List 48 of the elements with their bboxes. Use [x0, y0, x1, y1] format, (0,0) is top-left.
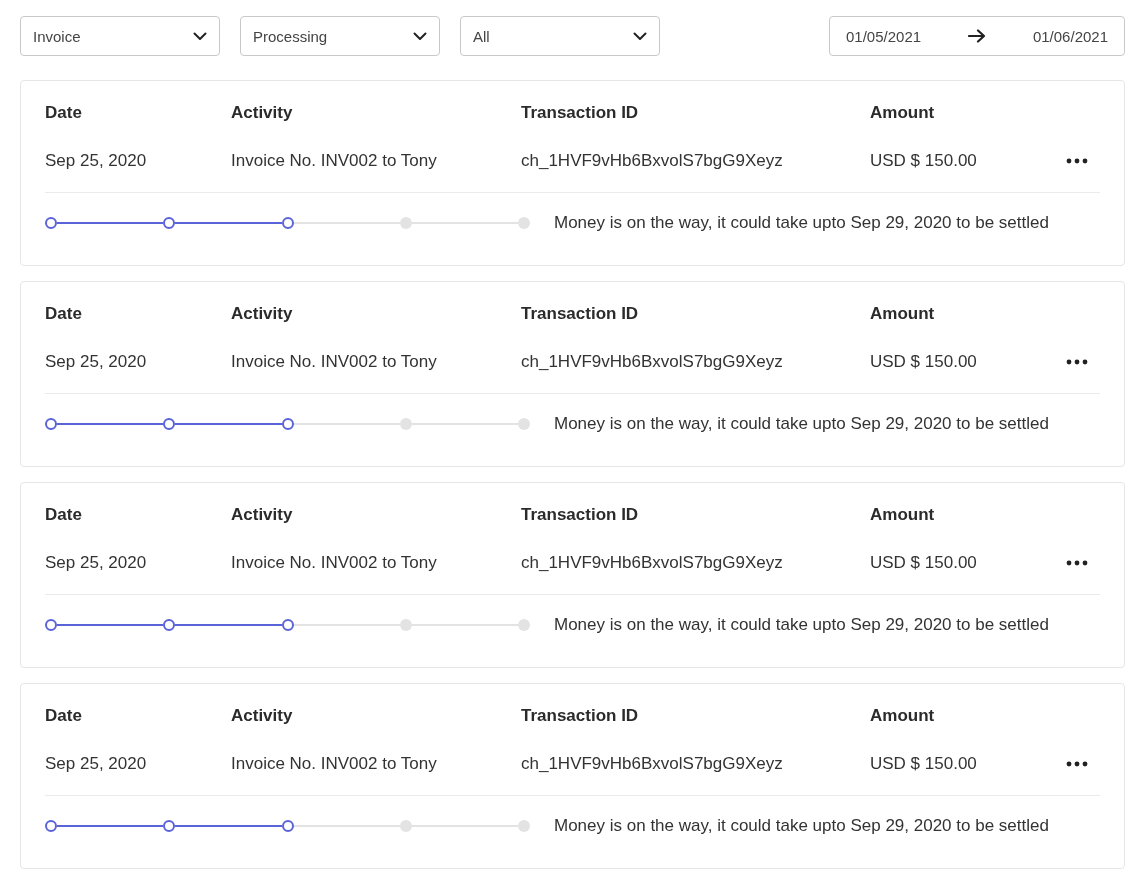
filter-dropdown[interactable]: All: [460, 16, 660, 56]
column-header: Activity: [231, 303, 294, 325]
column-header: Transaction ID: [521, 504, 640, 526]
transaction-id-cell-text: ch_1HVF9vHb6BxvolS7bgG9Xeyz: [521, 150, 784, 172]
column-header: Activity: [231, 504, 294, 526]
amount-cell-text: USD $ 150.00: [870, 150, 978, 172]
date-cell-text: Sep 25, 2020: [45, 753, 148, 775]
more-icon: [1066, 359, 1088, 365]
activity-cell-text: Invoice No. INV002 to Tony: [231, 150, 438, 172]
column-header: Amount: [870, 102, 936, 124]
column-header: Amount: [870, 303, 936, 325]
date-cell-text: Sep 25, 2020: [45, 552, 148, 574]
transaction-id-cell-text: ch_1HVF9vHb6BxvolS7bgG9Xeyz: [521, 552, 784, 574]
arrow-right-icon: [968, 29, 986, 43]
amount-cell-text: USD $ 150.00: [870, 351, 978, 373]
column-header: Transaction ID: [521, 303, 640, 325]
filter-dropdown[interactable]: Processing: [240, 16, 440, 56]
chevron-down-icon: [413, 31, 427, 41]
chevron-down-icon: [193, 31, 207, 41]
column-header: Date: [45, 102, 83, 124]
column-header: Amount: [870, 705, 936, 727]
status-message: Money is on the way, it could take upto Sep 29, 2020 to be settled: [554, 816, 1049, 836]
column-header: Transaction ID: [521, 102, 640, 124]
activity-cell-text: Invoice No. INV002 to Tony: [231, 351, 438, 373]
column-header: Transaction ID: [521, 705, 640, 727]
date-range-field[interactable]: 01/05/2021 01/06/2021: [829, 16, 1125, 56]
amount-cell-text: USD $ 150.00: [870, 753, 978, 775]
date-cell-text: Sep 25, 2020: [45, 150, 148, 172]
column-header: Activity: [231, 102, 294, 124]
column-header: Date: [45, 303, 83, 325]
more-icon: [1066, 158, 1088, 164]
activity-cell-text: Invoice No. INV002 to Tony: [231, 753, 438, 775]
transaction-id-cell-text: ch_1HVF9vHb6BxvolS7bgG9Xeyz: [521, 351, 784, 373]
chevron-down-icon: [633, 31, 647, 41]
more-icon: [1066, 761, 1088, 767]
amount-cell-text: USD $ 150.00: [870, 552, 978, 574]
filter-dropdown[interactable]: Invoice: [20, 16, 220, 56]
column-header: Activity: [231, 705, 294, 727]
column-header: Date: [45, 705, 83, 727]
more-icon: [1066, 560, 1088, 566]
date-cell-text: Sep 25, 2020: [45, 351, 148, 373]
transaction-id-cell-text: ch_1HVF9vHb6BxvolS7bgG9Xeyz: [521, 753, 784, 775]
activity-cell-text: Invoice No. INV002 to Tony: [231, 552, 438, 574]
column-header: Date: [45, 504, 83, 526]
status-message: Money is on the way, it could take upto Sep 29, 2020 to be settled: [554, 414, 1049, 434]
status-message: Money is on the way, it could take upto Sep 29, 2020 to be settled: [554, 213, 1049, 233]
column-header: Amount: [870, 504, 936, 526]
status-message: Money is on the way, it could take upto Sep 29, 2020 to be settled: [554, 615, 1049, 635]
